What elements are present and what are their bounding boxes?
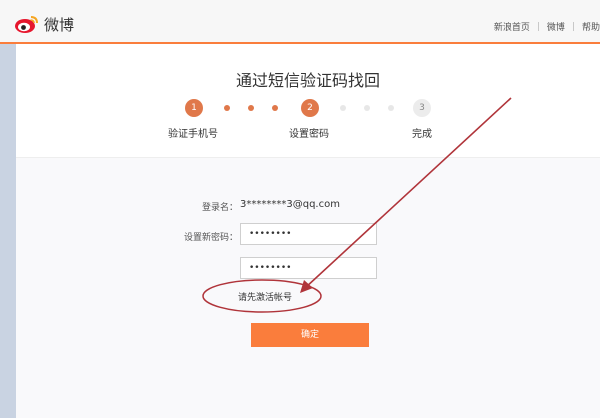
activate-account-warning: 请先激活帐号 [238,293,293,303]
nav-link-sina-home[interactable]: 新浪首页 [494,20,530,33]
confirm-button[interactable]: 确定 [251,323,369,347]
new-password-label: 设置新密码： [183,233,238,243]
new-password-input[interactable]: •••••••• [240,223,377,245]
step-3-label: 完成 [412,129,432,140]
step-1-circle: 1 [185,99,203,117]
page-title: 通过短信验证码找回 [235,71,380,90]
step-dot [272,105,278,111]
weibo-eye-icon [15,16,38,33]
top-nav: 新浪首页 | 微博 | 帮助 [494,20,600,34]
step-dot [340,105,346,111]
nav-link-help[interactable]: 帮助 [582,20,600,33]
step-dot [248,105,254,111]
login-name-label: 登录名： [201,203,238,213]
nav-separator: | [571,21,575,32]
step-1-label: 验证手机号 [168,129,218,140]
main-card: 通过短信验证码找回 1 2 3 验证手机号 设置密码 完成 登录名： 3****… [16,44,600,418]
top-bar: 微博 新浪首页 | 微博 | 帮助 [0,0,600,44]
step-2-label: 设置密码 [289,129,329,140]
form-section: 登录名： 3********3@qq.com 设置新密码： •••••••• •… [16,157,600,418]
step-2-circle: 2 [301,99,319,117]
step-dot [388,105,394,111]
step-3-circle: 3 [413,99,431,117]
weibo-logo[interactable]: 微博 [14,14,74,34]
login-name-value: 3********3@qq.com [240,199,340,210]
logo-text: 微博 [44,15,75,34]
confirm-password-input[interactable]: •••••••• [240,257,377,279]
nav-separator: | [536,21,540,32]
step-dot [364,105,370,111]
nav-link-weibo[interactable]: 微博 [547,20,565,33]
step-dot [224,105,230,111]
